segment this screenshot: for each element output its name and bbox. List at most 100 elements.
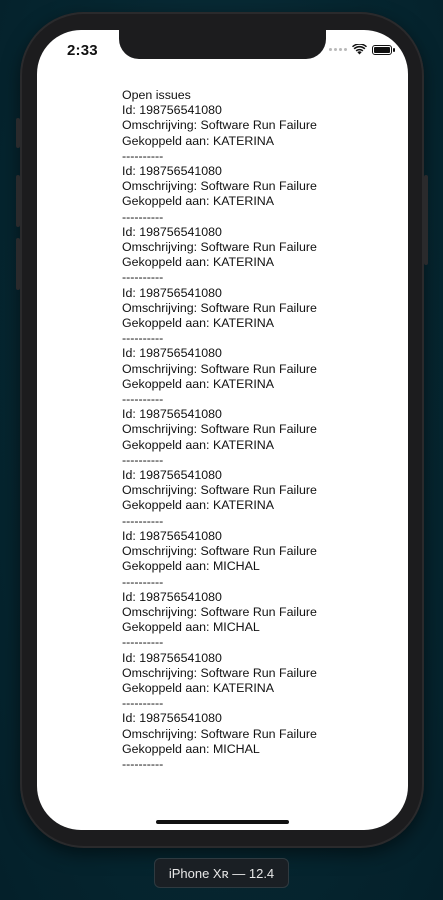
issue-id: Id: 198756541080	[122, 164, 317, 179]
issue-description-value: Software Run Failure	[200, 118, 317, 133]
device-screen: 2:33 Open issues Id: 198756541080 Omschri…	[37, 30, 408, 830]
issue-assignee: Gekoppeld aan: KATERINA	[122, 377, 317, 392]
issue-id: Id: 198756541080	[122, 346, 317, 361]
issue-id-label: Id:	[122, 164, 140, 179]
issue-id-label: Id:	[122, 528, 140, 543]
issue-id: Id: 198756541080	[122, 590, 317, 605]
issue-separator: ----------	[122, 270, 164, 285]
issue-assignee-value: MICHAL	[212, 741, 260, 756]
issue-description-value: Software Run Failure	[200, 179, 317, 194]
issue-id-label: Id:	[122, 285, 140, 300]
issue-assignee-label: Gekoppeld aan:	[122, 437, 213, 452]
issue-assignee-label: Gekoppeld aan:	[122, 133, 213, 148]
issue-id-label: Id:	[122, 407, 140, 422]
issue-assignee-label: Gekoppeld aan:	[122, 741, 213, 756]
issue-separator: ----------	[122, 331, 164, 346]
issue-id-value: 198756541080	[139, 711, 222, 726]
issue-id: Id: 198756541080	[122, 468, 317, 483]
volume-down-button	[16, 238, 20, 290]
issue-assignee-value: KATERINA	[212, 498, 274, 513]
issue-description: Omschrijving: Software Run Failure	[122, 118, 317, 133]
issue-description-label: Omschrijving:	[122, 179, 201, 194]
issue-description-label: Omschrijving:	[122, 422, 201, 437]
issue-id-label: Id:	[122, 589, 140, 604]
issue-id: Id: 198756541080	[122, 225, 317, 240]
issue-description: Omschrijving: Software Run Failure	[122, 422, 317, 437]
issue-separator: ----------	[122, 513, 164, 528]
issue-id-label: Id:	[122, 346, 140, 361]
status-icons	[329, 44, 395, 55]
issue-description: Omschrijving: Software Run Failure	[122, 483, 317, 498]
issue-assignee: Gekoppeld aan: MICHAL	[122, 559, 317, 574]
issue-description-label: Omschrijving:	[122, 604, 201, 619]
issue-assignee-label: Gekoppeld aan:	[122, 376, 213, 391]
issue-id-value: 198756541080	[139, 589, 222, 604]
issue-assignee-value: KATERINA	[212, 437, 274, 452]
issue-assignee-value: MICHAL	[212, 620, 260, 635]
notch	[119, 30, 326, 59]
issue-separator: ----------	[122, 574, 164, 589]
issue-assignee: Gekoppeld aan: KATERINA	[122, 498, 317, 513]
issue-assignee: Gekoppeld aan: KATERINA	[122, 681, 317, 696]
issue-id-value: 198756541080	[139, 346, 222, 361]
issue-id-value: 198756541080	[139, 224, 222, 239]
issue-id-value: 198756541080	[139, 468, 222, 483]
issue-assignee: Gekoppeld aan: KATERINA	[122, 134, 317, 149]
issue-description: Omschrijving: Software Run Failure	[122, 362, 317, 377]
issue-separator: ----------	[122, 392, 164, 407]
issue-assignee-value: KATERINA	[212, 194, 274, 209]
issue-assignee-label: Gekoppeld aan:	[122, 559, 213, 574]
issue-separator: ----------	[122, 635, 164, 650]
issue-description-value: Software Run Failure	[200, 422, 317, 437]
issues-title: Open issues	[122, 88, 191, 102]
issue-separator: ----------	[122, 209, 164, 224]
home-indicator[interactable]	[156, 820, 289, 824]
issue-id-label: Id:	[122, 224, 140, 239]
issues-text-view[interactable]: Open issues Id: 198756541080 Omschrijving…	[122, 88, 317, 772]
issue-assignee-value: KATERINA	[212, 255, 274, 270]
issue-description: Omschrijving: Software Run Failure	[122, 605, 317, 620]
issue-assignee: Gekoppeld aan: KATERINA	[122, 316, 317, 331]
issue-description-value: Software Run Failure	[200, 361, 317, 376]
issue-description-label: Omschrijving:	[122, 300, 201, 315]
issue-assignee-label: Gekoppeld aan:	[122, 620, 213, 635]
issue-id: Id: 198756541080	[122, 711, 317, 726]
issue-assignee-value: KATERINA	[212, 680, 274, 695]
issue-description: Omschrijving: Software Run Failure	[122, 240, 317, 255]
issue-id-label: Id:	[122, 468, 140, 483]
issue-id: Id: 198756541080	[122, 407, 317, 422]
issue-id-value: 198756541080	[139, 528, 222, 543]
issue-assignee-value: MICHAL	[212, 559, 260, 574]
issue-id-value: 198756541080	[139, 164, 222, 179]
issue-description-value: Software Run Failure	[200, 483, 317, 498]
issue-separator: ----------	[122, 696, 164, 711]
issue-id-value: 198756541080	[139, 103, 222, 118]
issues-list: Id: 198756541080 Omschrijving: Software R…	[122, 103, 317, 772]
issue-assignee-label: Gekoppeld aan:	[122, 316, 213, 331]
issue-description-label: Omschrijving:	[122, 665, 201, 680]
issue-id: Id: 198756541080	[122, 651, 317, 666]
issue-description-label: Omschrijving:	[122, 240, 201, 255]
issue-id-value: 198756541080	[139, 285, 222, 300]
issue-assignee-label: Gekoppeld aan:	[122, 680, 213, 695]
issue-id: Id: 198756541080	[122, 286, 317, 301]
issue-assignee-label: Gekoppeld aan:	[122, 498, 213, 513]
issue-description-value: Software Run Failure	[200, 544, 317, 559]
issue-assignee: Gekoppeld aan: MICHAL	[122, 620, 317, 635]
issue-id-label: Id:	[122, 711, 140, 726]
issue-id: Id: 198756541080	[122, 103, 317, 118]
issue-description-label: Omschrijving:	[122, 544, 201, 559]
issue-description: Omschrijving: Software Run Failure	[122, 179, 317, 194]
issue-description-label: Omschrijving:	[122, 483, 201, 498]
issue-assignee: Gekoppeld aan: KATERINA	[122, 255, 317, 270]
power-button	[424, 175, 428, 265]
status-time: 2:33	[67, 42, 98, 59]
issue-description: Omschrijving: Software Run Failure	[122, 301, 317, 316]
issue-separator: ----------	[122, 452, 164, 467]
issue-description-value: Software Run Failure	[200, 726, 317, 741]
silent-switch	[16, 118, 20, 148]
issue-assignee-label: Gekoppeld aan:	[122, 255, 213, 270]
wifi-icon	[352, 44, 367, 55]
issue-description-label: Omschrijving:	[122, 118, 201, 133]
issue-assignee: Gekoppeld aan: MICHAL	[122, 742, 317, 757]
